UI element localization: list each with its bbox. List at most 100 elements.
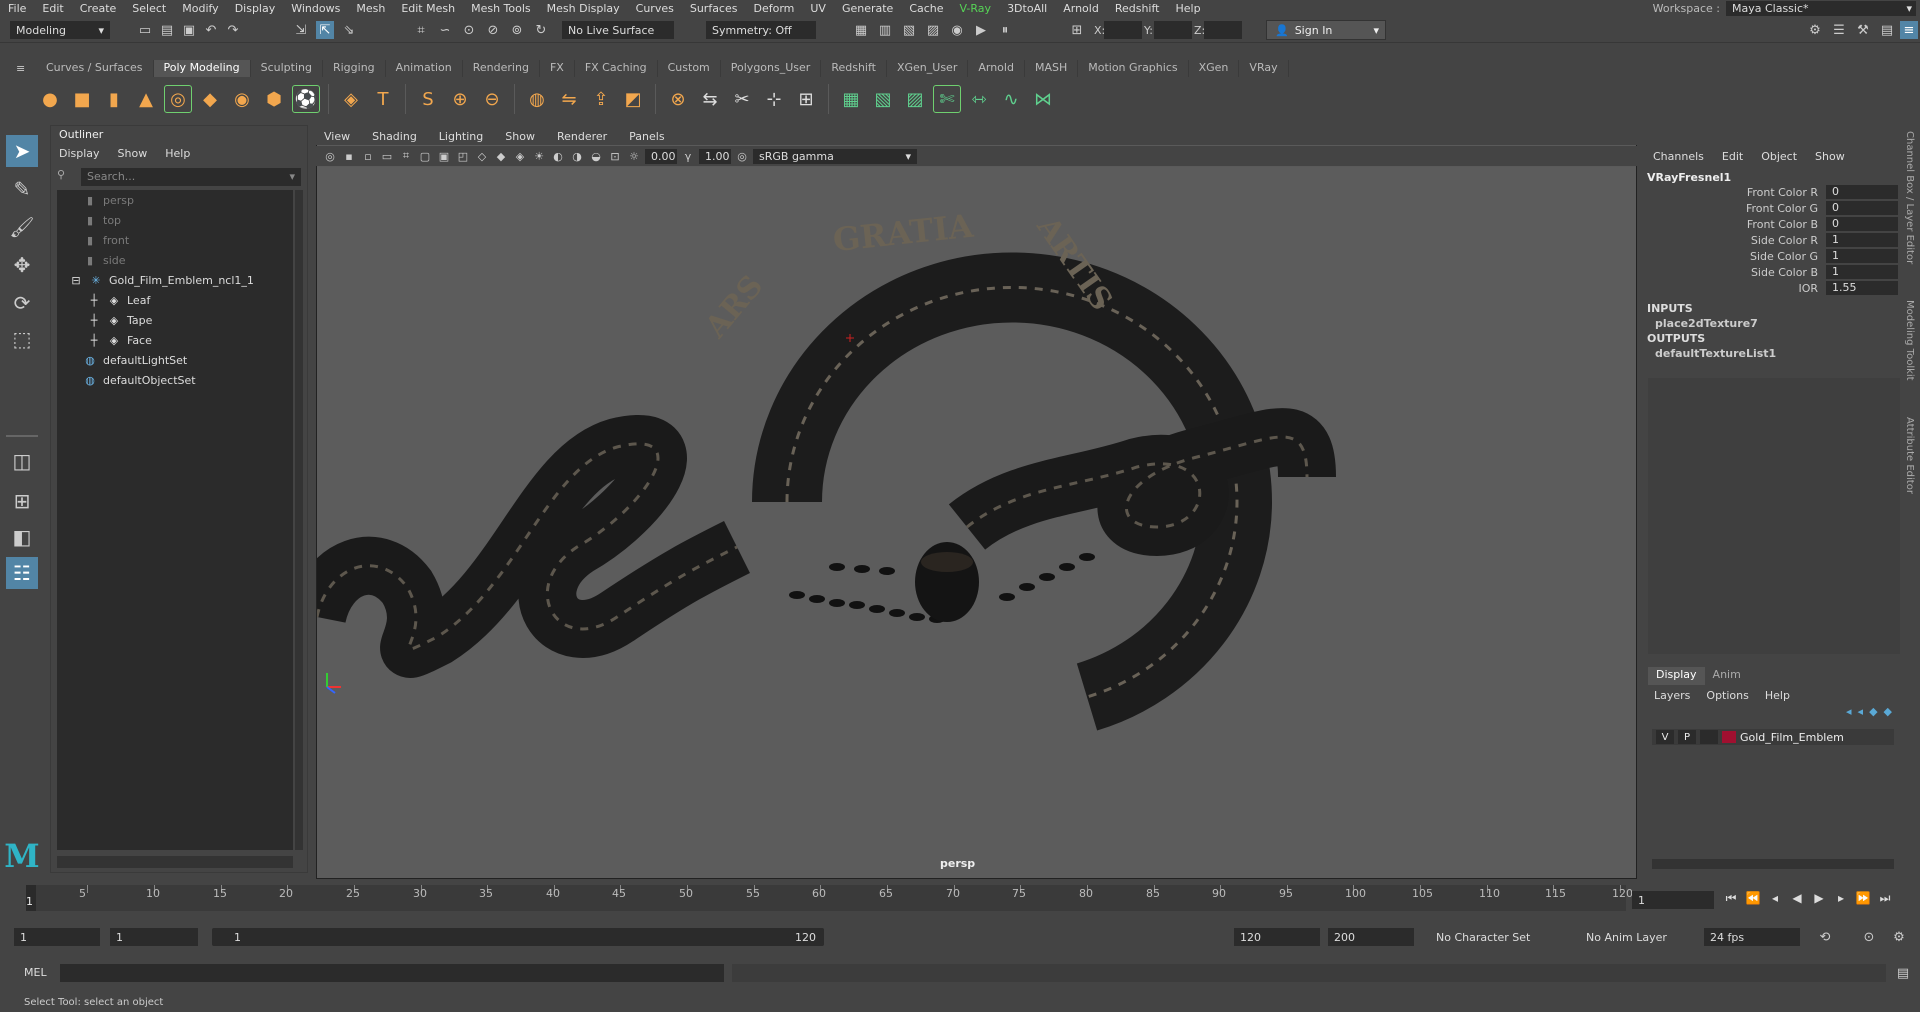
two-pane-icon[interactable]: ◧ <box>6 521 38 553</box>
outliner-menu-help[interactable]: Help <box>165 147 190 160</box>
shelf-menu-icon[interactable]: ≡ <box>16 62 28 76</box>
modeling-toolkit-icon[interactable]: ⚙ <box>1806 21 1824 39</box>
attribute-value[interactable]: 1 <box>1826 233 1898 247</box>
viewport-menu-view[interactable]: View <box>324 130 350 143</box>
outliner-item[interactable]: ◍ defaultLightSet <box>57 350 293 370</box>
anim-layer-dropdown[interactable]: No Anim Layer <box>1580 928 1690 946</box>
uv-editor-icon[interactable]: ▦ <box>837 85 865 113</box>
layer-display-type[interactable] <box>1700 730 1718 744</box>
outliner-menu-display[interactable]: Display <box>59 147 100 160</box>
attribute-value[interactable]: 0 <box>1826 201 1898 215</box>
camera-select-icon[interactable]: ◎ <box>322 148 338 164</box>
workspace-dropdown[interactable]: Maya Classic* ▾ <box>1726 1 1916 16</box>
gamma-field[interactable]: 1.00 <box>699 148 731 164</box>
select-hierarchy-icon[interactable]: ⇲ <box>292 21 310 39</box>
bevel-icon[interactable]: ◩ <box>619 85 647 113</box>
shelf-tab-rendering[interactable]: Rendering <box>463 60 540 77</box>
uv-unfold-icon[interactable]: ▧ <box>869 85 897 113</box>
gamma-icon[interactable]: γ <box>680 148 696 164</box>
attribute-row[interactable]: Side Color B 1 <box>1645 264 1902 280</box>
command-input[interactable] <box>60 964 724 982</box>
outliner-item[interactable]: ┼ ◈ Tape <box>57 310 293 330</box>
viewport-menu-show[interactable]: Show <box>505 130 535 143</box>
redo-icon[interactable]: ↷ <box>224 21 242 39</box>
outliner-item[interactable]: ▮ side <box>57 250 293 270</box>
image-plane-icon[interactable]: ▭ <box>379 148 395 164</box>
viewport-scene[interactable]: GRATIA ARS ARTIS <box>288 167 1636 878</box>
film-gate-icon[interactable]: ▢ <box>417 148 433 164</box>
outliner-item[interactable]: ⊟ ✳ Gold_Film_Emblem_ncl1_1 <box>57 270 293 290</box>
move-down-icon[interactable]: ◂ <box>1858 705 1864 718</box>
channel-box-icon[interactable]: ▤ <box>1878 21 1896 39</box>
menu-mesh-tools[interactable]: Mesh Tools <box>463 2 539 15</box>
paint-select-icon[interactable]: 🖌 <box>6 211 38 243</box>
platonic-icon[interactable]: ⬢ <box>260 85 288 113</box>
new-layer-icon[interactable]: ◆ <box>1869 705 1877 718</box>
step-back-key-icon[interactable]: ⏪ <box>1744 889 1762 907</box>
playback-start-field[interactable]: 1 <box>110 928 198 946</box>
separate-icon[interactable]: ⊖ <box>478 85 506 113</box>
shelf-tab-motion-graphics[interactable]: Motion Graphics <box>1078 60 1189 77</box>
snap-grid-icon[interactable]: ⌗ <box>412 21 430 39</box>
exposure-icon[interactable]: ☼ <box>626 148 642 164</box>
new-layer-selected-icon[interactable]: ◆ <box>1884 705 1892 718</box>
planar-icon[interactable]: ▨ <box>901 85 929 113</box>
cylinder-icon[interactable]: ▮ <box>100 85 128 113</box>
camera-attr-icon[interactable]: ▪ <box>341 148 357 164</box>
shelf-tab-sculpting[interactable]: Sculpting <box>251 60 323 77</box>
side-tab-attribute-editor[interactable]: Attribute Editor <box>1904 413 1915 498</box>
viewport-menu-shading[interactable]: Shading <box>372 130 417 143</box>
mirror-geo-icon[interactable]: ⇿ <box>965 85 993 113</box>
attribute-value[interactable]: 0 <box>1826 185 1898 199</box>
outliner-item[interactable]: ┼ ◈ Face <box>57 330 293 350</box>
menu-create[interactable]: Create <box>72 2 125 15</box>
snap-rotate-icon[interactable]: ↻ <box>532 21 550 39</box>
textured-icon[interactable]: ◈ <box>512 148 528 164</box>
step-forward-frame-icon[interactable]: ▸ <box>1832 889 1850 907</box>
smooth-icon[interactable]: ◍ <box>523 85 551 113</box>
shelf-tab-curves-surfaces[interactable]: Curves / Surfaces <box>36 60 154 77</box>
plane-icon[interactable]: ◆ <box>196 85 224 113</box>
ao-icon[interactable]: ◑ <box>569 148 585 164</box>
menu-display[interactable]: Display <box>227 2 284 15</box>
menu-redshift[interactable]: Redshift <box>1107 2 1168 15</box>
safe-action-icon[interactable]: ◰ <box>455 148 471 164</box>
select-component-icon[interactable]: ⇘ <box>340 21 358 39</box>
multi-cut-icon[interactable]: ✂ <box>728 85 756 113</box>
character-set-dropdown[interactable]: No Character Set <box>1430 928 1560 946</box>
time-slider[interactable]: 1 5 10 15 20 25 30 35 40 45 50 55 60 65 70 75 80 85 90 95 1… <box>18 881 1633 917</box>
viewport-menu-lighting[interactable]: Lighting <box>439 130 483 143</box>
menu-edit-mesh[interactable]: Edit Mesh <box>393 2 463 15</box>
render-frame-icon[interactable]: ▥ <box>876 21 894 39</box>
boolean-icon[interactable]: ⊗ <box>664 85 692 113</box>
attribute-row[interactable]: IOR 1.55 <box>1645 280 1902 296</box>
play-backward-icon[interactable]: ◀ <box>1788 889 1806 907</box>
attribute-value[interactable]: 1 <box>1826 249 1898 263</box>
grid-toggle-icon[interactable]: ⌗ <box>398 148 414 164</box>
play-forward-icon[interactable]: ▶ <box>1810 889 1828 907</box>
move-tool-icon[interactable]: ✥ <box>6 249 38 281</box>
shelf-tab-animation[interactable]: Animation <box>386 60 463 77</box>
color-space-dropdown[interactable]: sRGB gamma ▾ <box>753 148 917 164</box>
layer-editor-icon[interactable]: ≡ <box>1900 21 1918 39</box>
combine-icon[interactable]: ⊕ <box>446 85 474 113</box>
undo-icon[interactable]: ↶ <box>202 21 220 39</box>
menu-modify[interactable]: Modify <box>174 2 226 15</box>
mirror-icon[interactable]: ⇆ <box>696 85 724 113</box>
input-node[interactable]: place2dTexture7 <box>1645 315 1902 330</box>
menu-select[interactable]: Select <box>124 2 174 15</box>
shelf-tab-vray[interactable]: VRay <box>1239 60 1289 77</box>
layer-row[interactable]: V P Gold_Film_Emblem <box>1652 729 1894 745</box>
z-field[interactable] <box>1204 21 1242 39</box>
snap-view-icon[interactable]: ⊘ <box>484 21 502 39</box>
torus-icon[interactable]: ◎ <box>164 85 192 113</box>
y-field[interactable] <box>1154 21 1192 39</box>
scene-start-field[interactable]: 1 <box>14 928 100 946</box>
shelf-tab-redshift[interactable]: Redshift <box>821 60 887 77</box>
attribute-value[interactable]: 0 <box>1826 217 1898 231</box>
anim-prefs-icon[interactable]: ⚙ <box>1890 928 1908 946</box>
shelf-tab-mash[interactable]: MASH <box>1025 60 1079 77</box>
loop-icon[interactable]: ⟲ <box>1816 928 1834 946</box>
menu-generate[interactable]: Generate <box>834 2 901 15</box>
menu-windows[interactable]: Windows <box>283 2 348 15</box>
